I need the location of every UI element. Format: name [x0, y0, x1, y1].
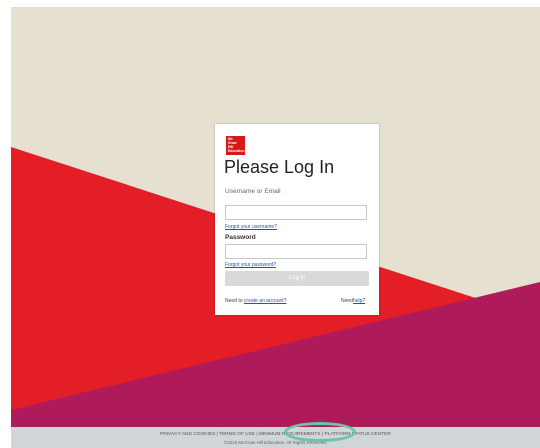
mcgraw-hill-logo: Mc Graw Hill Education — [226, 136, 245, 155]
footer-links: PRIVACY AND COOKIES | TERMS OF USE | MIN… — [11, 432, 540, 437]
forgot-password-link[interactable]: Forgot your password? — [225, 262, 276, 268]
log-in-button[interactable]: Log In — [225, 271, 369, 286]
page-title: Please Log In — [224, 157, 335, 177]
forgot-username-link[interactable]: Forgot your username? — [225, 224, 277, 230]
footer-separator: | — [256, 432, 258, 437]
help-link[interactable]: help? — [353, 298, 365, 304]
username-input[interactable] — [225, 205, 367, 220]
username-label: Username or Email — [225, 188, 281, 195]
highlight-circle — [284, 422, 356, 442]
create-account-link[interactable]: create an account? — [244, 298, 287, 304]
footer-separator: | — [216, 432, 218, 437]
password-label: Password — [225, 234, 256, 241]
login-card: Mc Graw Hill Education Please Log In Use… — [215, 124, 379, 315]
create-account-prompt: Need to create an account? — [225, 298, 286, 304]
password-input[interactable] — [225, 244, 367, 259]
privacy-link[interactable]: PRIVACY AND COOKIES — [160, 432, 215, 437]
browser-viewport: Mc Graw Hill Education Please Log In Use… — [11, 7, 540, 448]
need-to-text: Need to — [225, 298, 243, 304]
logo-text: Mc Graw Hill Education — [228, 137, 245, 153]
need-text: Need — [341, 298, 353, 304]
footer: PRIVACY AND COOKIES | TERMS OF USE | MIN… — [11, 427, 540, 448]
terms-link[interactable]: TERMS OF USE — [219, 432, 255, 437]
help-prompt: Needhelp? — [341, 298, 365, 304]
copyright-text: ©2018 McGraw-Hill Education. All Rights … — [223, 440, 328, 445]
